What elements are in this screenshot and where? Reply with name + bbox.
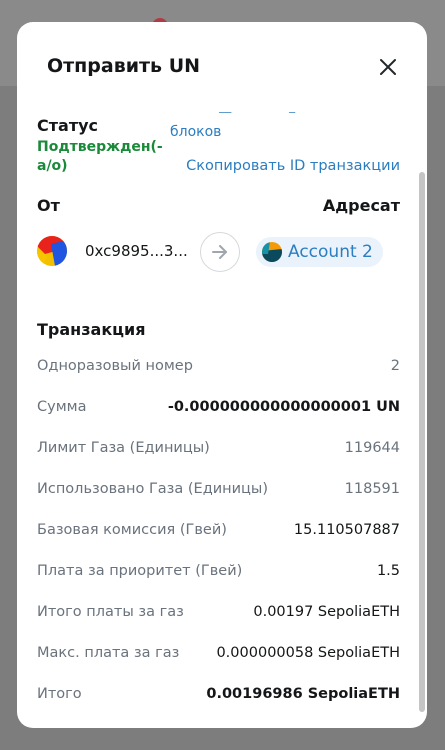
sender-avatar xyxy=(37,236,67,266)
modal-title: Отправить UN xyxy=(47,55,201,77)
row-label-priority-fee: Плата за приоритет (Гвей) xyxy=(37,563,243,579)
cut-off-link-fragment-2: ▔ xyxy=(289,112,296,121)
row-value-priority-fee: 1.5 xyxy=(376,563,400,579)
modal-header: Отправить UN xyxy=(17,22,427,112)
row-label-total-gas-fee: Итого платы за газ xyxy=(37,604,184,620)
recipient-avatar xyxy=(262,242,282,262)
scrollbar-thumb[interactable] xyxy=(419,172,425,712)
recipient-name: Account 2 xyxy=(288,242,373,262)
row-label-amount: Сумма xyxy=(37,399,87,415)
row-label-gas-limit: Лимит Газа (Единицы) xyxy=(37,440,210,456)
recipient-account-pill[interactable]: Account 2 xyxy=(256,237,383,267)
row-value-gas-used: 118591 xyxy=(344,481,400,497)
copy-transaction-id-link[interactable]: Скопировать ID транзакции xyxy=(186,158,400,174)
row-value-total: 0.00196986 SepoliaETH xyxy=(206,686,400,702)
row-label-total: Итого xyxy=(37,686,82,702)
transaction-details-modal: Отправить UN ▔▔ ▔ Статус блоков Подтверж… xyxy=(17,22,427,728)
row-value-total-gas-fee: 0.00197 SepoliaETH xyxy=(253,604,400,620)
row-value-base-fee: 15.110507887 xyxy=(293,522,400,538)
row-value-amount: -0.000000000000000001 UN xyxy=(167,399,400,415)
to-label: Адресат xyxy=(322,196,400,215)
cut-off-link-fragment: ▔▔ xyxy=(219,112,232,121)
close-button[interactable] xyxy=(377,56,399,78)
transaction-heading: Транзакция xyxy=(37,320,146,339)
direction-arrow xyxy=(200,232,240,272)
status-label: Статус xyxy=(37,116,98,135)
row-label-base-fee: Базовая комиссия (Гвей) xyxy=(37,522,227,538)
row-label-max-gas-fee: Макс. плата за газ xyxy=(37,645,180,661)
sender-address[interactable]: 0xc9895...3... xyxy=(85,242,188,260)
modal-content: ▔▔ ▔ Статус блоков Подтвержден(-а/о) Ско… xyxy=(17,112,427,728)
close-icon xyxy=(380,59,396,75)
arrow-right-icon xyxy=(212,245,227,259)
row-label-nonce: Одноразовый номер xyxy=(37,358,193,374)
row-label-gas-used: Использовано Газа (Единицы) xyxy=(37,481,269,497)
row-value-nonce: 2 xyxy=(390,358,400,374)
row-value-gas-limit: 119644 xyxy=(344,440,400,456)
from-label: От xyxy=(37,196,60,215)
blocks-link[interactable]: блоков xyxy=(170,124,221,140)
status-value: Подтвержден(-а/о) xyxy=(37,139,163,174)
row-value-max-gas-fee: 0.000000058 SepoliaETH xyxy=(216,645,400,661)
